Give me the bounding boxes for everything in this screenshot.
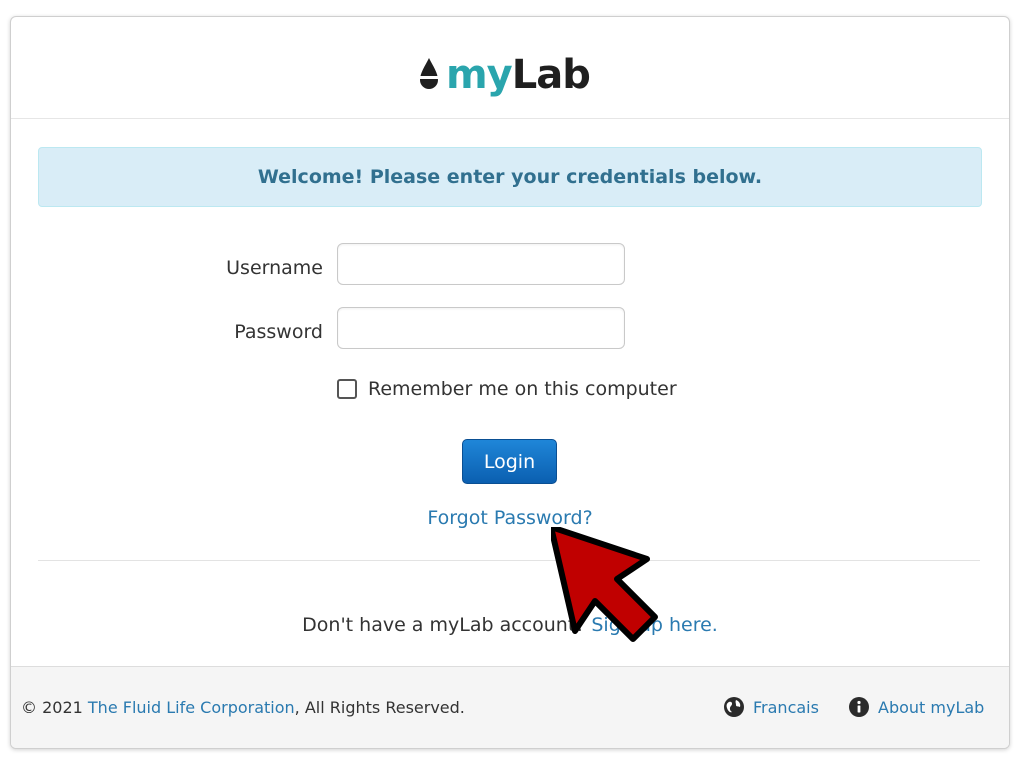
login-button-label: Login <box>483 450 536 473</box>
signup-prompt-text: Don't have a myLab account? <box>302 614 586 636</box>
info-icon <box>849 697 869 717</box>
language-link-label: Francais <box>753 697 819 717</box>
divider <box>38 560 980 561</box>
remember-me-checkbox[interactable] <box>337 379 357 399</box>
copyright-prefix: © 2021 <box>21 698 83 717</box>
username-input[interactable] <box>337 243 625 285</box>
copyright: © 2021 The Fluid Life Corporation, All R… <box>21 698 465 717</box>
password-label: Password <box>234 321 323 343</box>
company-link[interactable]: The Fluid Life Corporation <box>88 698 295 717</box>
username-label: Username <box>226 257 323 279</box>
welcome-alert: Welcome! Please enter your credentials b… <box>38 147 982 207</box>
login-button[interactable]: Login <box>462 439 557 484</box>
logo-text-lab: Lab <box>511 52 591 98</box>
mylab-logo[interactable]: myLab <box>416 47 591 103</box>
welcome-alert-text: Welcome! Please enter your credentials b… <box>257 166 763 188</box>
password-input[interactable] <box>337 307 625 349</box>
header: myLab <box>11 17 1009 119</box>
remember-me-label: Remember me on this computer <box>368 378 677 400</box>
about-link[interactable]: About myLab <box>848 696 984 718</box>
remember-me[interactable]: Remember me on this computer <box>337 378 677 400</box>
signup-link[interactable]: Sign up here. <box>591 614 717 636</box>
footer: © 2021 The Fluid Life Corporation, All R… <box>11 666 1009 748</box>
about-link-label: About myLab <box>878 697 985 717</box>
drop-icon <box>419 58 439 89</box>
language-link[interactable]: Francais <box>723 696 819 718</box>
signup-prompt: Don't have a myLab account? Sign up here. <box>11 614 1009 636</box>
forgot-password-link[interactable]: Forgot Password? <box>401 507 619 529</box>
login-card: myLab Welcome! Please enter your credent… <box>10 16 1010 749</box>
globe-icon <box>724 697 744 717</box>
copyright-suffix: , All Rights Reserved. <box>294 698 465 717</box>
logo-text: myLab <box>446 52 591 98</box>
logo-text-my: my <box>446 52 513 98</box>
